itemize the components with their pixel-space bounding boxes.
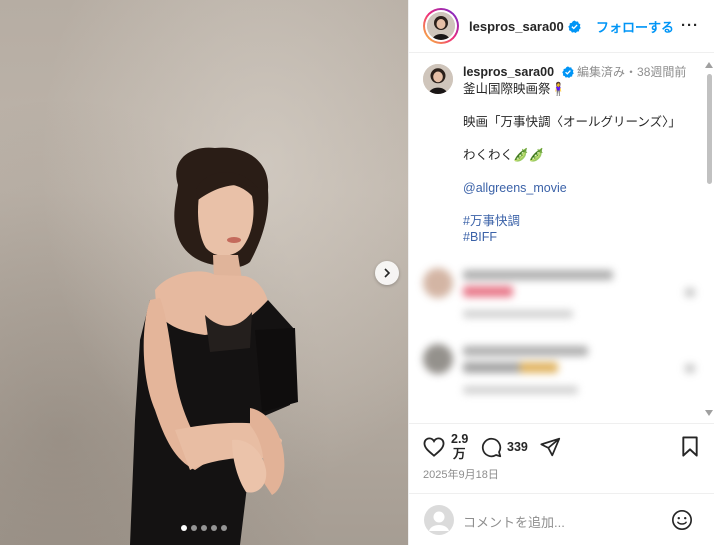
caption-author-avatar[interactable] — [423, 64, 453, 94]
carousel-dot-active — [181, 525, 187, 531]
comment-like-icon[interactable] — [685, 364, 695, 373]
author-username[interactable]: lespros_sara00 — [469, 19, 564, 34]
likes-count[interactable]: 2.9 — [451, 432, 468, 447]
caption-line: 釜山国際映画祭🧍‍♀️ — [463, 81, 567, 96]
caption-mention-link[interactable]: @allgreens_movie — [463, 180, 686, 197]
verified-badge-icon — [567, 19, 581, 33]
scroll-down-arrow-icon[interactable] — [705, 410, 713, 416]
post-image[interactable] — [0, 0, 408, 545]
caption-meta: 編集済み・38週間前 — [577, 65, 687, 79]
woman-figure-illustration — [130, 147, 298, 545]
carousel-dot — [191, 525, 197, 531]
carousel-next-button[interactable] — [375, 261, 399, 285]
comment-text — [463, 362, 558, 373]
comment-composer: コメントを追加... — [409, 493, 714, 545]
chevron-right-icon — [384, 268, 391, 278]
carousel-indicator — [181, 525, 227, 531]
comment-username — [463, 270, 613, 280]
post-actions-bar: 2.9 万 339 2025年9月18日 — [409, 423, 714, 487]
comment-avatar — [423, 268, 453, 298]
comment-text — [463, 286, 513, 297]
comment-item[interactable] — [423, 344, 698, 404]
post-header: lespros_sara00 フォローする ··· — [409, 0, 714, 53]
caption-username[interactable]: lespros_sara00 — [463, 65, 554, 79]
comment-meta — [463, 310, 573, 318]
follow-button[interactable]: フォローする — [596, 17, 674, 36]
bookmark-icon[interactable] — [681, 436, 699, 457]
scroll-up-arrow-icon[interactable] — [705, 62, 713, 68]
post-date[interactable]: 2025年9月18日 — [423, 466, 499, 482]
caption-hashtag-link[interactable]: #万事快調 — [463, 213, 686, 230]
author-avatar — [427, 12, 455, 40]
caption-line: 映画「万事快調〈オールグリーンズ〉」 — [463, 114, 681, 129]
likes-count-unit[interactable]: 万 — [453, 447, 466, 462]
comment-meta — [463, 386, 578, 394]
author-avatar-story-ring[interactable] — [423, 8, 459, 44]
caption-hashtag-link[interactable]: #BIFF — [463, 229, 686, 246]
post-caption: lespros_sara00 編集済み・38週間前 釜山国際映画祭🧍‍♀️ 映画… — [423, 64, 703, 246]
comment-like-icon[interactable] — [685, 288, 695, 297]
carousel-dot — [211, 525, 217, 531]
heart-icon[interactable] — [423, 437, 445, 457]
caption-line: わくわく🫛🫛 — [463, 147, 545, 162]
more-options-button[interactable]: ··· — [681, 17, 699, 34]
comments-scrollbar[interactable] — [705, 62, 713, 420]
comment-input[interactable]: コメントを追加... — [463, 512, 565, 531]
carousel-dot — [221, 525, 227, 531]
comment-icon[interactable] — [481, 437, 502, 458]
verified-badge-icon — [561, 66, 574, 78]
scrollbar-thumb[interactable] — [707, 74, 712, 184]
emoji-icon[interactable] — [671, 509, 693, 531]
user-avatar-icon — [424, 505, 454, 535]
comments-count[interactable]: 339 — [507, 440, 528, 455]
share-icon[interactable] — [540, 437, 561, 457]
carousel-dot — [201, 525, 207, 531]
post-detail-panel: lespros_sara00 フォローする ··· lespros_sara00 — [408, 0, 714, 545]
comment-item[interactable] — [423, 268, 698, 328]
comment-avatar — [423, 344, 453, 374]
comment-username — [463, 346, 588, 356]
